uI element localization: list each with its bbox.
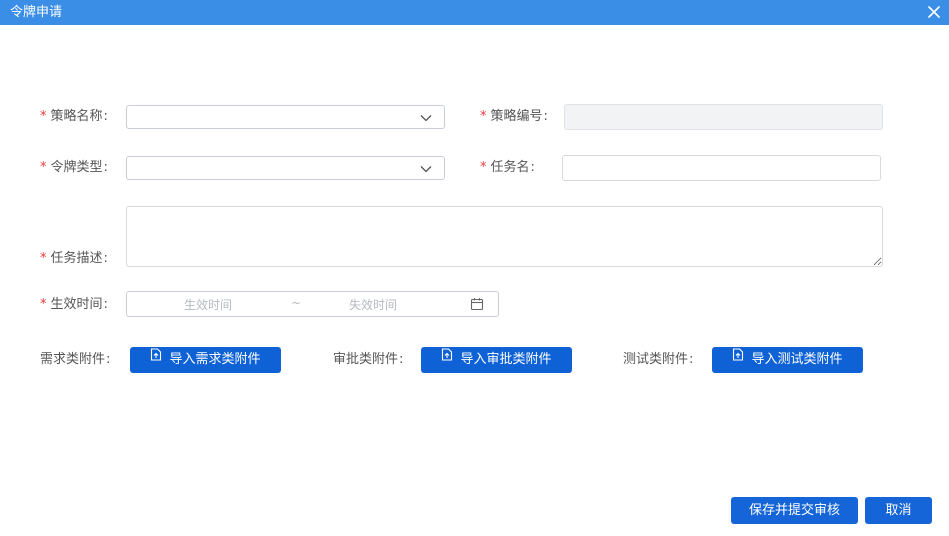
task-desc-label-text: 任务描述 (50, 251, 103, 266)
label-colon: : (689, 352, 694, 367)
strategy-code-label-text: 策略编号 (490, 109, 543, 124)
dialog-title: 令牌申请 (10, 5, 63, 20)
chevron-down-icon (420, 112, 432, 127)
task-name-label: * 任务名: (480, 159, 535, 177)
strategy-name-label: * 策略名称: (40, 108, 108, 126)
calendar-icon[interactable] (470, 297, 484, 315)
required-mark: * (480, 160, 487, 175)
import-requirement-attachment-button[interactable]: 导入需求类附件 (130, 347, 281, 373)
dialog-titlebar: 令牌申请 (0, 0, 949, 25)
approval-attachment-label: 审批类附件: (333, 351, 403, 369)
test-attachment-label-text: 测试类附件 (623, 352, 689, 367)
save-and-submit-button[interactable]: 保存并提交审核 (731, 497, 858, 524)
strategy-name-select[interactable] (126, 105, 445, 129)
required-mark: * (40, 251, 47, 266)
label-colon: : (103, 251, 108, 266)
required-mark: * (40, 297, 47, 312)
label-colon: : (103, 297, 108, 312)
task-desc-label: * 任务描述: (40, 250, 108, 268)
import-approval-attachment-button[interactable]: 导入审批类附件 (421, 347, 572, 373)
approval-attachment-label-text: 审批类附件 (333, 352, 399, 367)
task-name-input[interactable] (562, 155, 881, 181)
end-date-placeholder[interactable]: 失效时间 (349, 296, 397, 313)
chevron-down-icon (420, 163, 432, 178)
file-upload-icon (150, 345, 162, 371)
cancel-button[interactable]: 取消 (865, 497, 932, 524)
effective-time-label-text: 生效时间 (50, 297, 103, 312)
required-mark: * (480, 109, 487, 124)
label-colon: : (106, 352, 111, 367)
test-attachment-label: 测试类附件: (623, 351, 693, 369)
required-mark: * (40, 160, 47, 175)
import-test-attachment-label: 导入测试类附件 (751, 352, 843, 367)
effective-time-label: * 生效时间: (40, 296, 108, 314)
requirement-attachment-label: 需求类附件: (40, 351, 110, 369)
start-date-placeholder[interactable]: 生效时间 (184, 296, 232, 313)
import-requirement-attachment-label: 导入需求类附件 (169, 352, 261, 367)
token-type-select[interactable] (126, 156, 445, 180)
task-desc-textarea[interactable] (126, 206, 883, 267)
label-colon: : (103, 109, 108, 124)
label-colon: : (530, 160, 535, 175)
token-type-label-text: 令牌类型 (50, 160, 103, 175)
strategy-code-input[interactable] (564, 104, 883, 130)
date-range-picker[interactable]: 生效时间 ~ 失效时间 (126, 291, 499, 317)
token-application-dialog: 令牌申请 *策略名称: *策略编号: *令牌类型: *任务名: *任务 (0, 0, 949, 536)
close-icon[interactable] (925, 3, 943, 21)
requirement-attachment-label-text: 需求类附件 (40, 352, 106, 367)
file-upload-icon (732, 345, 744, 371)
task-name-label-text: 任务名 (490, 160, 530, 175)
label-colon: : (543, 109, 548, 124)
label-colon: : (399, 352, 404, 367)
import-test-attachment-button[interactable]: 导入测试类附件 (712, 347, 863, 373)
file-upload-icon (441, 345, 453, 371)
strategy-code-label: * 策略编号: (480, 108, 548, 126)
strategy-name-label-text: 策略名称 (50, 109, 103, 124)
label-colon: : (103, 160, 108, 175)
token-type-label: * 令牌类型: (40, 159, 108, 177)
required-mark: * (40, 109, 47, 124)
import-approval-attachment-label: 导入审批类附件 (460, 352, 552, 367)
date-range-separator: ~ (291, 296, 302, 310)
